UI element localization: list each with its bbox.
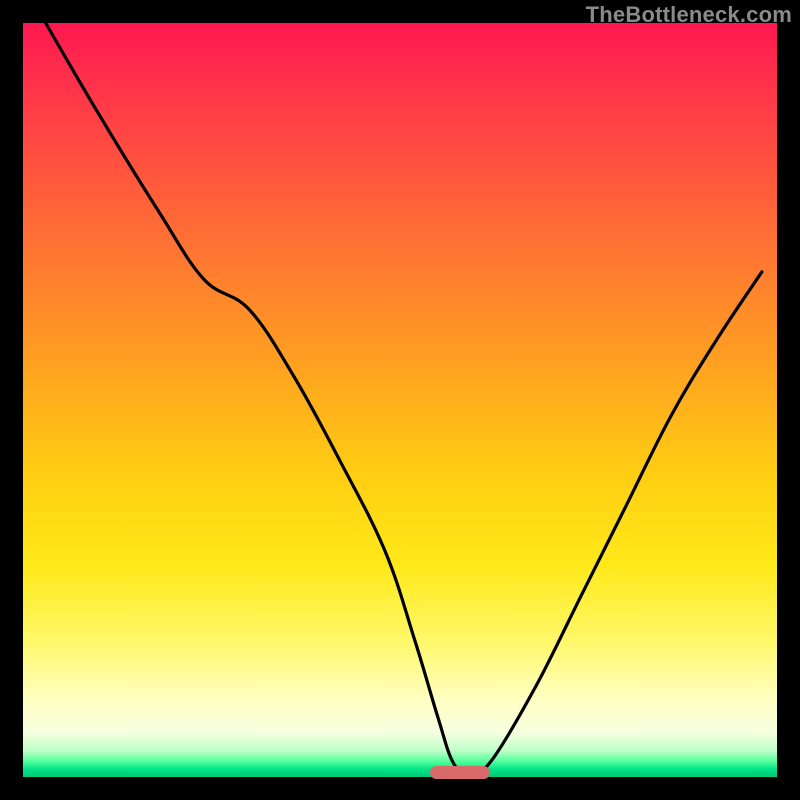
attribution-text: TheBottleneck.com	[586, 2, 792, 28]
plot-area	[23, 23, 777, 777]
bottleneck-curve	[23, 23, 777, 777]
optimal-range-marker	[430, 766, 490, 778]
outer-frame: TheBottleneck.com	[0, 0, 800, 800]
